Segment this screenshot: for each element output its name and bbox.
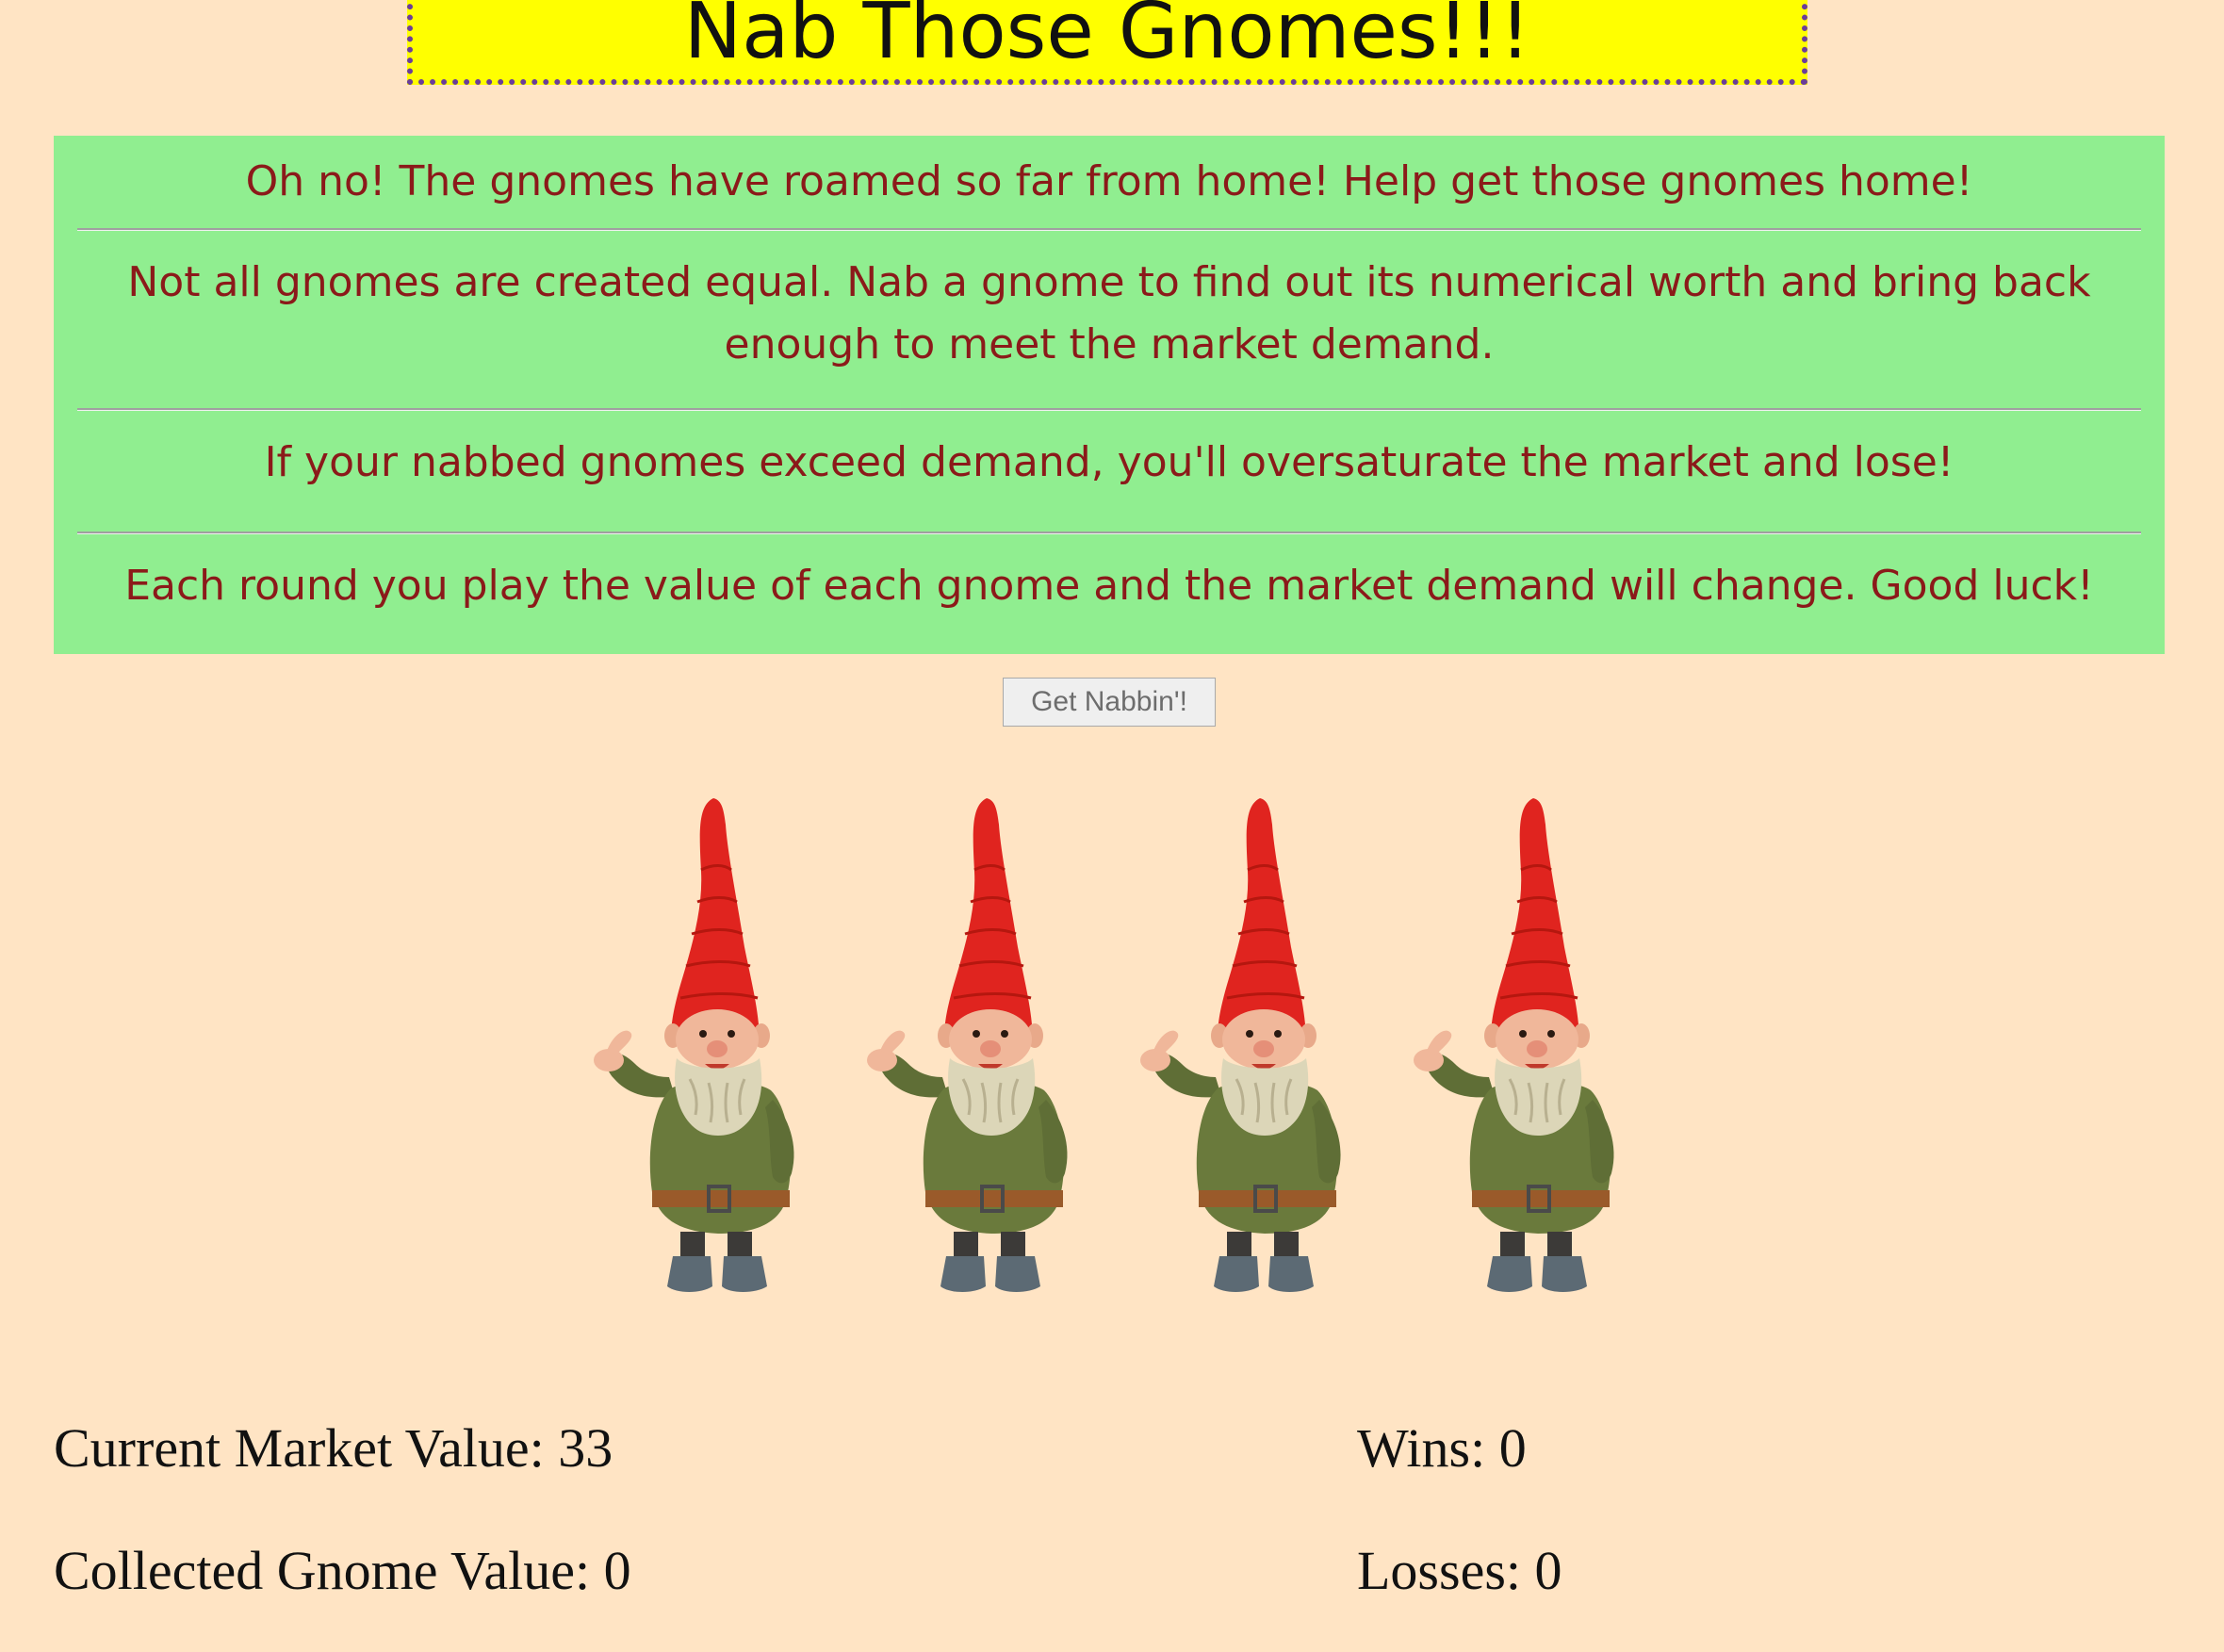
losses-text: Losses: 0 <box>1357 1540 1562 1601</box>
gnome-icon[interactable] <box>1406 796 1632 1296</box>
instructions-panel: Oh no! The gnomes have roamed so far fro… <box>54 136 2165 654</box>
gnome-icon[interactable] <box>586 796 812 1296</box>
wins-text: Wins: 0 <box>1357 1417 1527 1479</box>
game-title: Nab Those Gnomes!!! <box>683 0 1531 76</box>
instruction-text: Not all gnomes are created equal. Nab a … <box>127 258 2091 368</box>
gnome-icon[interactable] <box>1133 796 1359 1296</box>
instruction-text: Each round you play the value of each gn… <box>124 562 2094 610</box>
gnome-icon[interactable] <box>859 796 1086 1296</box>
title-banner: Nab Those Gnomes!!! <box>407 0 1807 85</box>
instruction-text: If your nabbed gnomes exceed demand, you… <box>264 438 1954 486</box>
collected-value-text: Collected Gnome Value: 0 <box>54 1540 631 1601</box>
market-value-text: Current Market Value: 33 <box>54 1417 613 1479</box>
get-nabbin-button[interactable]: Get Nabbin'! <box>1003 678 1216 727</box>
instruction-text: Oh no! The gnomes have roamed so far fro… <box>245 157 1973 205</box>
